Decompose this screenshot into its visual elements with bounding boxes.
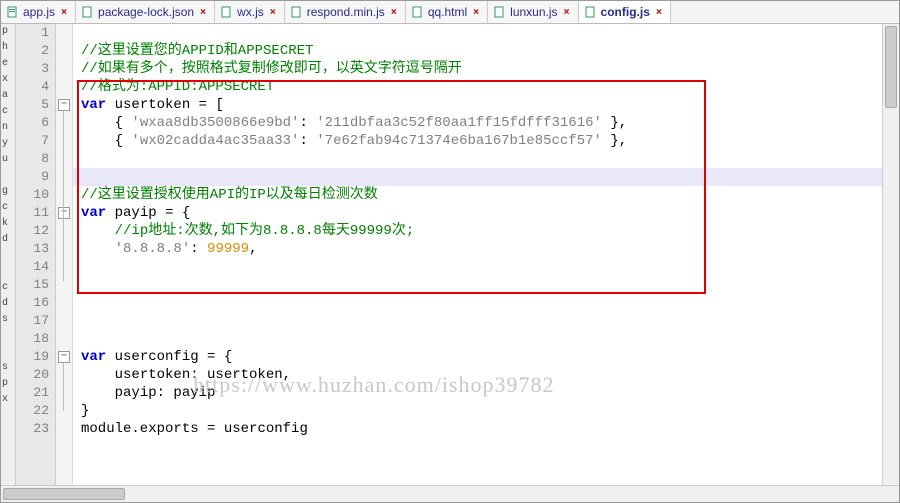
file-icon xyxy=(585,6,597,18)
close-icon[interactable]: × xyxy=(389,7,399,17)
code-line xyxy=(73,330,882,348)
fold-toggle[interactable]: − xyxy=(58,207,70,219)
line-number: 17 xyxy=(16,312,49,330)
fold-gutter: − − − xyxy=(56,24,73,485)
tab-app-js[interactable]: app.js × xyxy=(1,1,76,23)
code-line: var userconfig = { xyxy=(73,348,882,366)
code-line xyxy=(73,294,882,312)
code-line: var payip = { xyxy=(73,204,882,222)
code-line: //ip地址:次数,如下为8.8.8.8每天99999次; xyxy=(73,222,882,240)
file-icon xyxy=(291,6,303,18)
line-number: 14 xyxy=(16,258,49,276)
close-icon[interactable]: × xyxy=(471,7,481,17)
tab-label: app.js xyxy=(23,5,55,19)
code-line: usertoken: usertoken, xyxy=(73,366,882,384)
line-number: 8 xyxy=(16,150,49,168)
code-line xyxy=(73,258,882,276)
code-line: module.exports = userconfig xyxy=(73,420,882,438)
tab-label: qq.html xyxy=(428,5,467,19)
line-number: 3 xyxy=(16,60,49,78)
code-line xyxy=(73,24,882,42)
tab-qq-html[interactable]: qq.html × xyxy=(406,1,488,23)
code-editor[interactable]: //这里设置您的APPID和APPSECRET //如果有多个，按照格式复制修改… xyxy=(73,24,882,485)
fold-toggle[interactable]: − xyxy=(58,99,70,111)
fold-line xyxy=(63,111,64,281)
line-number: 18 xyxy=(16,330,49,348)
tab-lunxun-js[interactable]: lunxun.js × xyxy=(488,1,578,23)
tab-label: wx.js xyxy=(237,5,264,19)
line-number: 13 xyxy=(16,240,49,258)
tab-label: lunxun.js xyxy=(510,5,557,19)
line-number: 12 xyxy=(16,222,49,240)
close-icon[interactable]: × xyxy=(59,7,69,17)
line-number: 15 xyxy=(16,276,49,294)
tab-respond-min-js[interactable]: respond.min.js × xyxy=(285,1,406,23)
scrollbar-thumb[interactable] xyxy=(3,488,125,500)
code-line: '8.8.8.8': 99999, xyxy=(73,240,882,258)
line-number-gutter: 1 2 3 4 5 6 7 8 9 10 11 12 13 14 15 16 1… xyxy=(16,24,56,485)
close-icon[interactable]: × xyxy=(562,7,572,17)
tab-label: config.js xyxy=(601,5,650,19)
line-number: 22 xyxy=(16,402,49,420)
tab-label: respond.min.js xyxy=(307,5,385,19)
line-number: 2 xyxy=(16,42,49,60)
line-number: 10 xyxy=(16,186,49,204)
fold-toggle[interactable]: − xyxy=(58,351,70,363)
left-panel-hints: p h e x a c n y u g c k d c d s s p x xyxy=(1,24,16,485)
code-line: } xyxy=(73,402,882,420)
line-number: 19 xyxy=(16,348,49,366)
close-icon[interactable]: × xyxy=(198,7,208,17)
horizontal-scrollbar[interactable] xyxy=(1,485,899,502)
code-line xyxy=(73,312,882,330)
line-number: 11 xyxy=(16,204,49,222)
line-number: 1 xyxy=(16,24,49,42)
line-number: 20 xyxy=(16,366,49,384)
fold-line xyxy=(63,363,64,411)
file-icon xyxy=(221,6,233,18)
file-icon xyxy=(412,6,424,18)
file-icon xyxy=(82,6,94,18)
code-line-current xyxy=(73,168,882,186)
scrollbar-thumb[interactable] xyxy=(885,26,897,108)
file-icon xyxy=(494,6,506,18)
line-number: 16 xyxy=(16,294,49,312)
line-number: 6 xyxy=(16,114,49,132)
code-line: //如果有多个，按照格式复制修改即可，以英文字符逗号隔开 xyxy=(73,60,882,78)
tab-config-js[interactable]: config.js × xyxy=(579,1,671,23)
tab-bar: app.js × package-lock.json × wx.js × res… xyxy=(1,1,899,24)
file-icon xyxy=(7,6,19,18)
vertical-scrollbar[interactable] xyxy=(882,24,899,485)
tab-wx-js[interactable]: wx.js × xyxy=(215,1,285,23)
line-number: 9 xyxy=(16,168,49,186)
close-icon[interactable]: × xyxy=(268,7,278,17)
line-number: 23 xyxy=(16,420,49,438)
code-line: payip: payip xyxy=(73,384,882,402)
code-line: //这里设置授权使用API的IP以及每日检测次数 xyxy=(73,186,882,204)
code-line: var usertoken = [ xyxy=(73,96,882,114)
code-line: { 'wxaa8db3500866e9bd': '211dbfaa3c52f80… xyxy=(73,114,882,132)
code-line xyxy=(73,276,882,294)
line-number: 7 xyxy=(16,132,49,150)
line-number: 4 xyxy=(16,78,49,96)
tab-package-lock[interactable]: package-lock.json × xyxy=(76,1,215,23)
code-line xyxy=(73,150,882,168)
editor-window: app.js × package-lock.json × wx.js × res… xyxy=(0,0,900,503)
line-number: 5 xyxy=(16,96,49,114)
tab-label: package-lock.json xyxy=(98,5,194,19)
code-line: //格式为:APPID:APPSECRET xyxy=(73,78,882,96)
line-number: 21 xyxy=(16,384,49,402)
code-line: //这里设置您的APPID和APPSECRET xyxy=(73,42,882,60)
code-line: { 'wx02cadda4ac35aa33': '7e62fab94c71374… xyxy=(73,132,882,150)
close-icon[interactable]: × xyxy=(654,7,664,17)
editor-main: p h e x a c n y u g c k d c d s s p x 1 xyxy=(1,24,899,485)
